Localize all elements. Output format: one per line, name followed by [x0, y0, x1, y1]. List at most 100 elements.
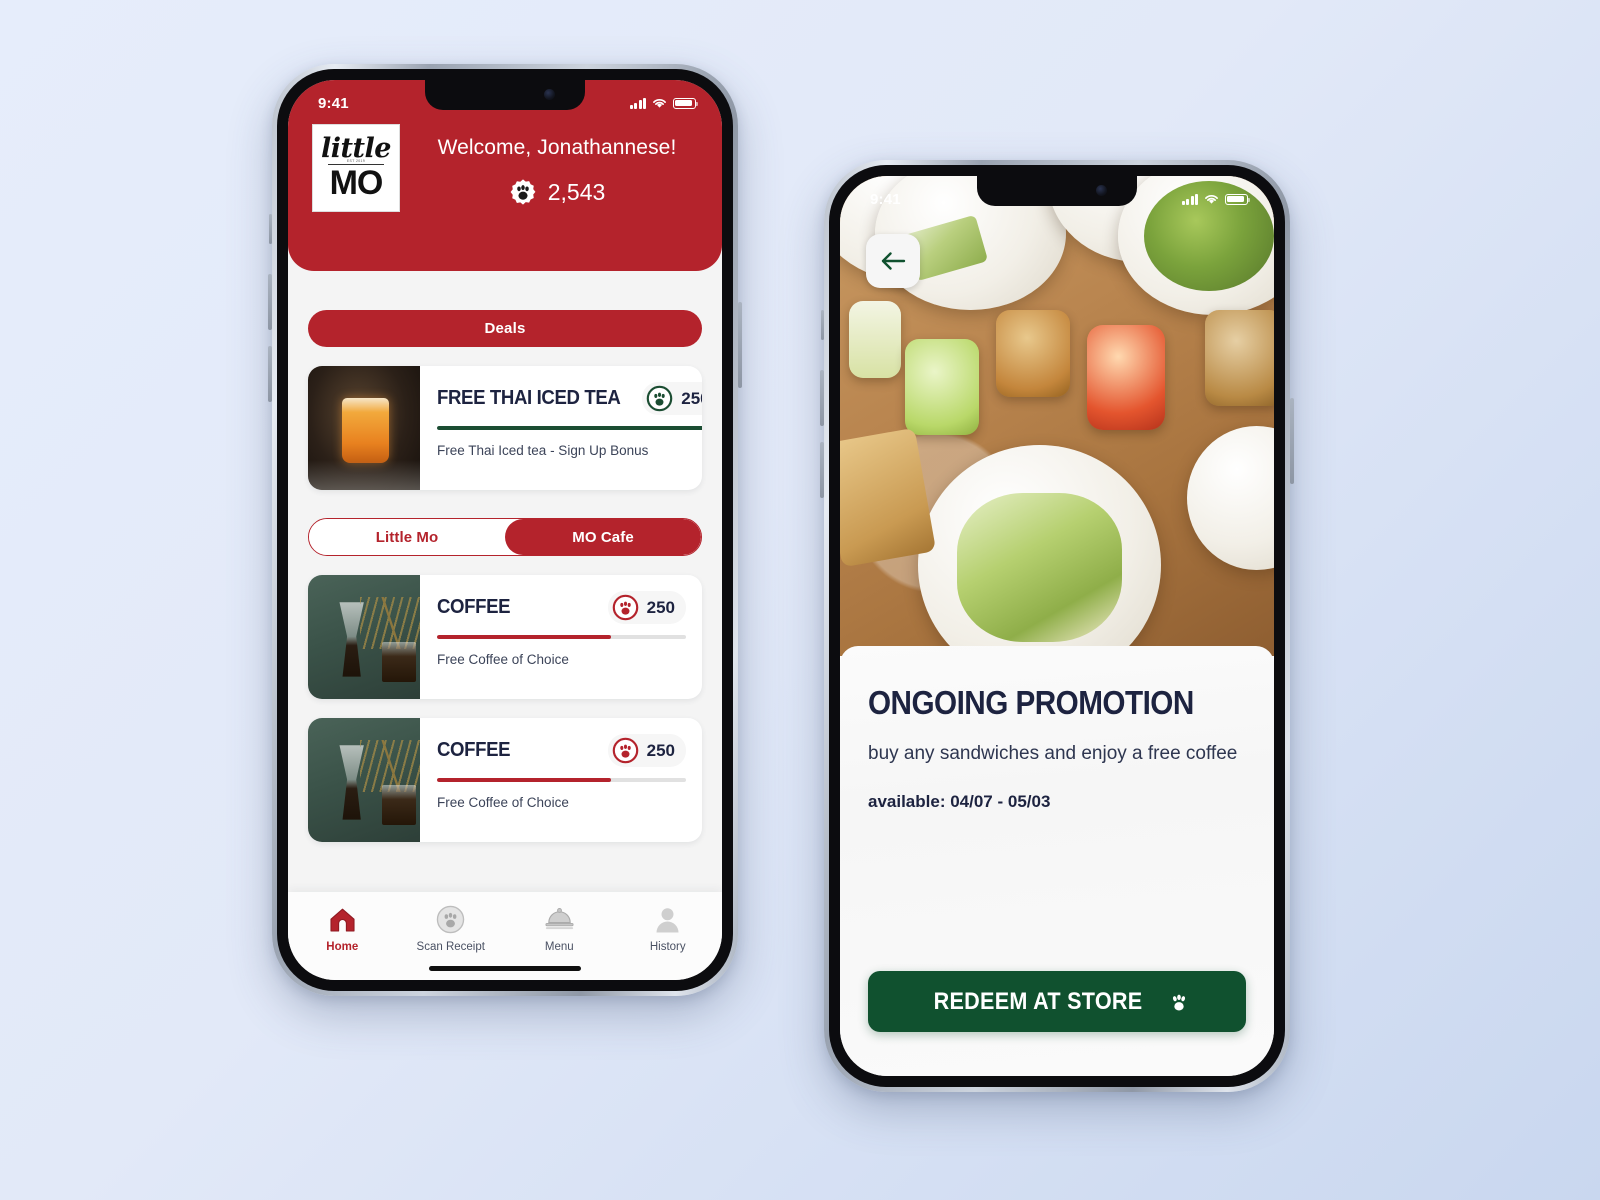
phone-left: 9:41 little MO: [268, 64, 742, 996]
reward-card-subtitle: Free Coffee of Choice: [437, 652, 569, 667]
cellular-signal-icon: [1181, 193, 1198, 205]
reward-card-body: COFFEE 250 Free Coffee of Choice: [420, 718, 702, 842]
little-mo-logo: little MO: [312, 124, 400, 212]
mute-switch[interactable]: [821, 310, 824, 340]
deal-card-progress: [437, 426, 702, 430]
avocado-toast-main: [957, 492, 1123, 642]
volume-up-button[interactable]: [268, 274, 272, 330]
reward-card-thumbnail: [308, 575, 420, 699]
paw-ring-icon: [612, 594, 638, 621]
reward-card-points-chip: 250: [607, 734, 686, 767]
deals-button-label: Deals: [484, 320, 526, 337]
tab-home-label: Home: [326, 941, 359, 953]
plate-right-edge: [1187, 425, 1274, 570]
reward-card-title: COFFEE: [437, 739, 511, 761]
volume-down-button[interactable]: [820, 442, 824, 498]
segment-mo-cafe[interactable]: MO Cafe: [505, 519, 701, 555]
tab-menu[interactable]: Menu: [505, 904, 614, 953]
front-camera-icon: [1096, 185, 1107, 196]
wifi-icon: [1205, 194, 1218, 204]
phone-right: 9:41 ONGOING PROMOTION buy any sandwiche…: [820, 160, 1294, 1092]
reward-card-thumbnail: [308, 718, 420, 842]
points-value: 2,543: [547, 178, 606, 205]
phone-right-bezel: 9:41 ONGOING PROMOTION buy any sandwiche…: [829, 165, 1285, 1087]
paw-ring-icon: [646, 385, 673, 412]
reward-card-coffee-2[interactable]: COFFEE 250 Free Coffee of Choice: [308, 718, 702, 842]
back-button[interactable]: [866, 234, 920, 288]
drink-jar: [848, 300, 901, 378]
tab-scan-receipt-label: Scan Receipt: [416, 941, 485, 953]
reward-card-body: COFFEE 250 Free Coffee of Choice: [420, 575, 702, 699]
reward-card-progress-fill: [437, 635, 612, 639]
front-camera-icon: [544, 89, 555, 100]
palm-frond-decor: [359, 597, 420, 650]
wifi-icon: [653, 98, 666, 108]
promotion-sheet: ONGOING PROMOTION buy any sandwiches and…: [840, 646, 1274, 1076]
reward-card-points: 250: [646, 740, 675, 760]
paw-badge-icon: [510, 179, 536, 205]
cellular-signal-icon: [629, 97, 646, 109]
volume-down-button[interactable]: [268, 346, 272, 402]
redeem-at-store-button[interactable]: REDEEM AT STORE: [868, 971, 1246, 1032]
tab-scan-receipt[interactable]: Scan Receipt: [397, 904, 506, 953]
segment-mo-cafe-label: MO Cafe: [572, 528, 634, 546]
home-content[interactable]: Deals FREE THAI ICED TEA 25 Free Thai Ic…: [288, 271, 722, 892]
deals-button[interactable]: Deals: [308, 310, 702, 347]
citrus-drink: [1087, 324, 1166, 431]
coffee-glass: [1204, 310, 1274, 407]
deal-card-points-chip: 250: [642, 382, 702, 415]
paw-ring-icon: [612, 737, 638, 764]
grilled-sandwich: [840, 427, 937, 568]
promotion-availability: available: 04/07 - 05/03: [868, 791, 1051, 811]
points-balance: 2,543: [416, 178, 698, 206]
power-button[interactable]: [738, 302, 742, 388]
paw-icon: [1172, 994, 1185, 1010]
reward-card-progress: [437, 635, 686, 639]
deal-card-subtitle: Free Thai Iced tea - Sign Up Bonus: [437, 443, 649, 458]
phone-left-bezel: 9:41 little MO: [277, 69, 733, 991]
person-history-icon: [654, 904, 681, 935]
segment-little-mo[interactable]: Little Mo: [309, 519, 505, 555]
reward-card-subtitle: Free Coffee of Choice: [437, 795, 569, 810]
reward-card-points: 250: [646, 597, 675, 617]
status-time: 9:41: [870, 190, 901, 208]
reward-card-header: COFFEE 250: [437, 734, 686, 767]
reward-card-progress-fill: [437, 778, 612, 782]
phone-right-screen: 9:41 ONGOING PROMOTION buy any sandwiche…: [840, 176, 1274, 1076]
reward-card-coffee-1[interactable]: COFFEE 250 Free Coffee of Choice: [308, 575, 702, 699]
welcome-block: Welcome, Jonathannese! 2,543: [416, 124, 698, 206]
volume-up-button[interactable]: [820, 370, 824, 426]
deal-card-header: FREE THAI ICED TEA 250: [437, 382, 702, 415]
home-icon: [328, 904, 357, 935]
logo-divider: [327, 164, 385, 166]
reward-card-title: COFFEE: [437, 596, 511, 618]
tab-menu-label: Menu: [544, 941, 574, 953]
deal-card-thai-iced-tea[interactable]: FREE THAI ICED TEA 250: [308, 366, 702, 490]
power-button[interactable]: [1290, 398, 1294, 484]
reward-card-header: COFFEE 250: [437, 591, 686, 624]
logo-script-text: little: [321, 132, 391, 164]
phone-left-screen: 9:41 little MO: [288, 80, 722, 980]
segment-little-mo-label: Little Mo: [375, 528, 439, 546]
deal-card-thumbnail: [308, 366, 420, 490]
notch: [425, 80, 585, 110]
notch: [977, 176, 1137, 206]
redeem-button-label: REDEEM AT STORE: [934, 987, 1143, 1015]
home-indicator[interactable]: [429, 966, 581, 971]
tab-home[interactable]: Home: [288, 904, 397, 953]
palm-frond-decor: [359, 740, 420, 793]
deal-card-title: FREE THAI ICED TEA: [437, 387, 621, 409]
deal-card-body: FREE THAI ICED TEA 250: [420, 366, 702, 490]
cucumber-drink: [905, 339, 979, 436]
tab-history-label: History: [649, 941, 686, 953]
brand-segmented-control[interactable]: Little Mo MO Cafe: [308, 518, 702, 556]
tab-history[interactable]: History: [614, 904, 723, 953]
reward-card-points-chip: 250: [607, 591, 686, 624]
arrow-left-icon: [881, 252, 906, 270]
cloche-menu-icon: [543, 904, 576, 935]
iced-tea-glass: [996, 310, 1070, 397]
reward-card-progress: [437, 778, 686, 782]
promotion-title: ONGOING PROMOTION: [868, 684, 1194, 721]
welcome-message: Welcome, Jonathannese!: [437, 136, 677, 159]
mute-switch[interactable]: [269, 214, 272, 244]
